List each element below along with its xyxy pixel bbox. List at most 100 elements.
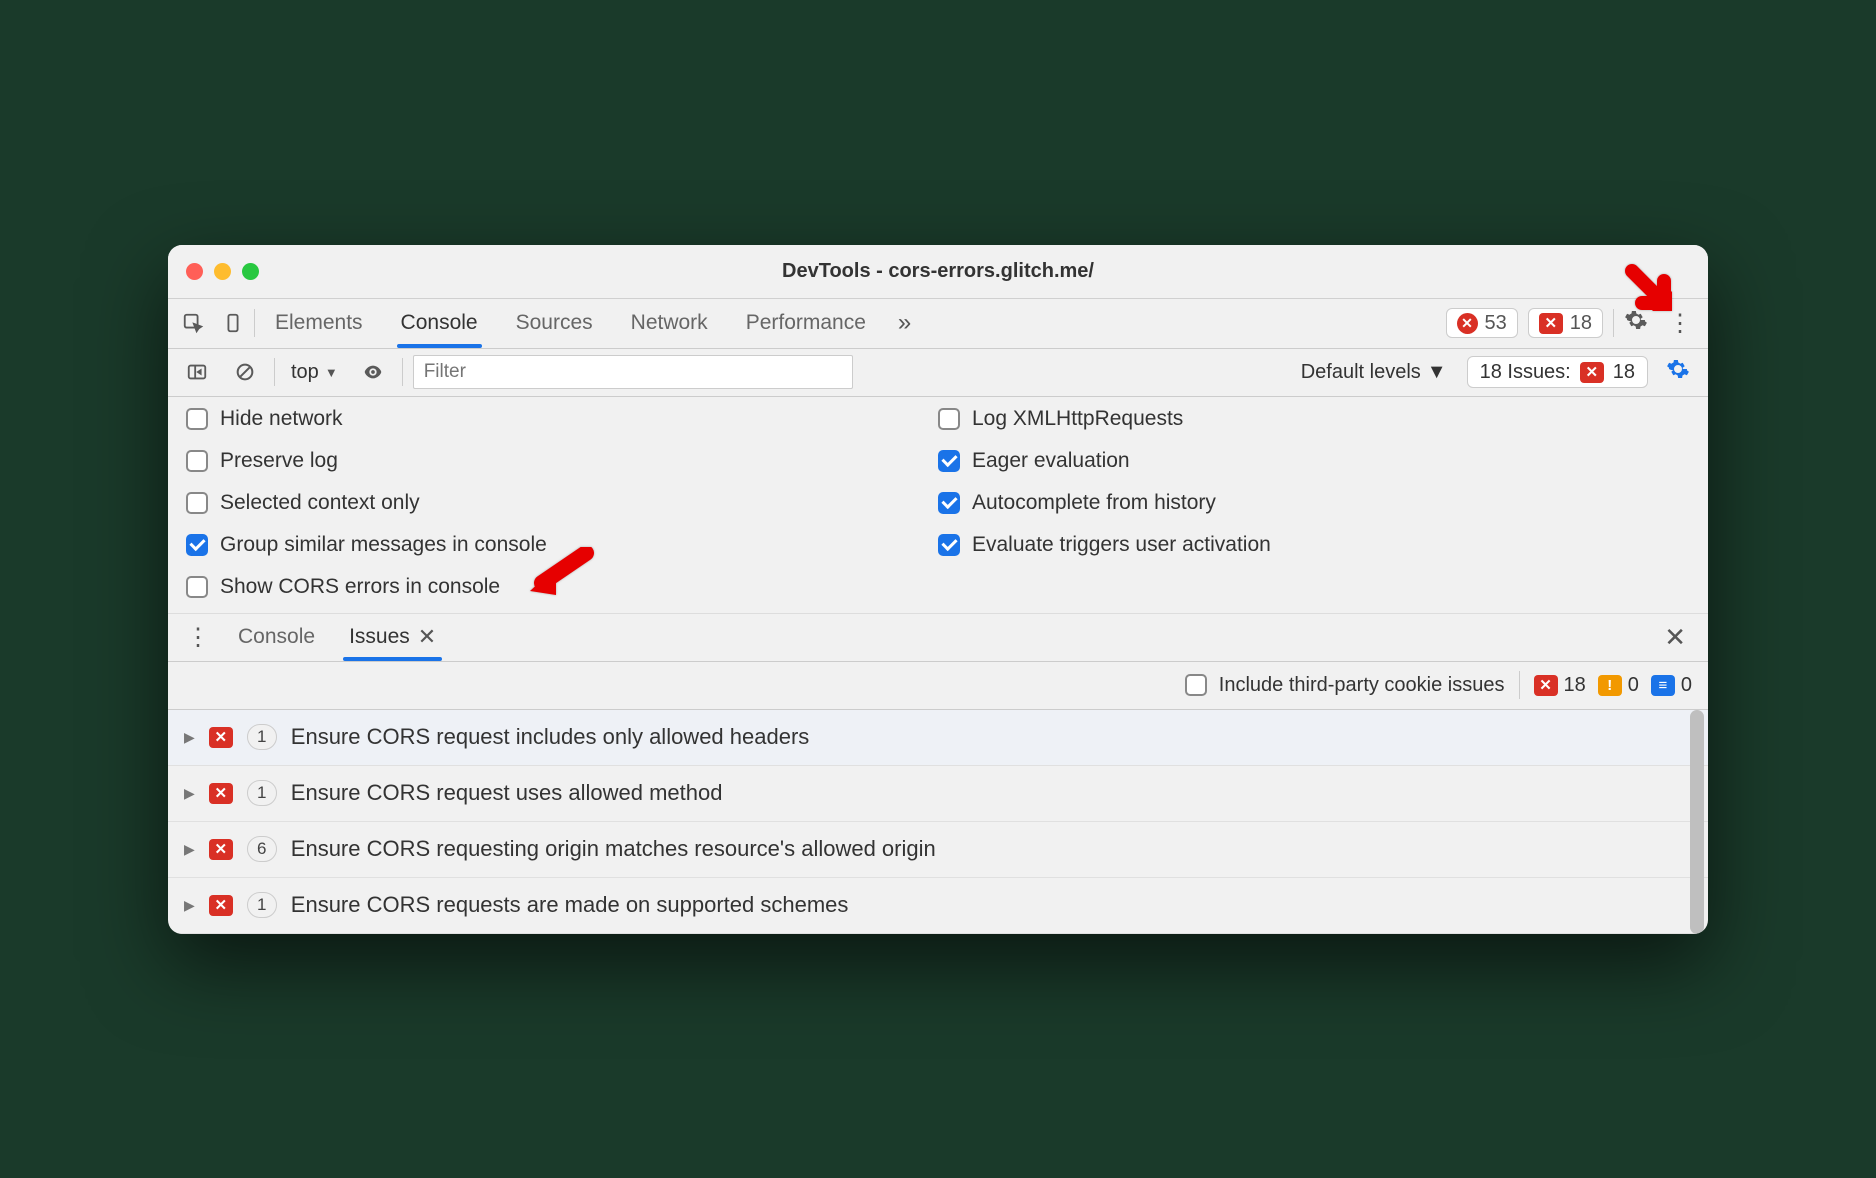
count-errors[interactable]: ✕18 — [1534, 674, 1586, 697]
settings-gear-icon[interactable] — [1616, 308, 1656, 339]
info-icon: ≡ — [1651, 675, 1675, 696]
divider — [402, 358, 403, 386]
context-selector[interactable]: top ▼ — [285, 361, 344, 384]
issue-count-pill: 1 — [247, 780, 277, 806]
setting-autocomplete-history[interactable]: Autocomplete from history — [938, 491, 1690, 515]
checkbox-icon — [186, 534, 208, 556]
issue-title: Ensure CORS request uses allowed method — [291, 780, 723, 806]
issue-count-badge[interactable]: ✕ 18 — [1528, 308, 1603, 338]
issue-count-pill: 6 — [247, 836, 277, 862]
error-count-badge[interactable]: ✕ 53 — [1446, 308, 1518, 338]
error-icon: ✕ — [1457, 313, 1478, 334]
issue-counts: ✕18 !0 ≡0 — [1534, 674, 1693, 697]
count-info[interactable]: ≡0 — [1651, 674, 1692, 697]
expand-icon[interactable]: ▶ — [184, 785, 195, 802]
expand-icon[interactable]: ▶ — [184, 897, 195, 914]
kebab-menu-icon[interactable]: ⋮ — [1658, 309, 1702, 338]
issue-icon: ✕ — [209, 839, 233, 860]
devtools-window: DevTools - cors-errors.glitch.me/ Elemen… — [168, 245, 1708, 934]
close-window-button[interactable] — [186, 263, 203, 280]
checkbox-icon — [186, 492, 208, 514]
issues-label: 18 Issues: — [1480, 361, 1571, 384]
expand-icon[interactable]: ▶ — [184, 841, 195, 858]
issues-toolbar: Include third-party cookie issues ✕18 !0… — [168, 662, 1708, 710]
zoom-window-button[interactable] — [242, 263, 259, 280]
issue-icon: ✕ — [209, 783, 233, 804]
minimize-window-button[interactable] — [214, 263, 231, 280]
issue-icon: ✕ — [1580, 362, 1604, 383]
scrollbar[interactable] — [1690, 710, 1704, 934]
console-settings-gear-icon[interactable] — [1658, 357, 1698, 388]
traffic-lights — [186, 263, 259, 280]
checkbox-icon — [186, 576, 208, 598]
filter-input[interactable] — [413, 355, 853, 389]
clear-console-icon[interactable] — [226, 353, 264, 391]
issue-count: 18 — [1570, 312, 1592, 335]
issues-summary-badge[interactable]: 18 Issues: ✕ 18 — [1467, 356, 1648, 388]
checkbox-icon — [938, 492, 960, 514]
main-tabs: Elements Console Sources Network Perform… — [168, 299, 1708, 349]
setting-log-xhr[interactable]: Log XMLHttpRequests — [938, 407, 1690, 431]
close-drawer-icon[interactable]: ✕ — [1650, 622, 1700, 653]
tab-elements[interactable]: Elements — [257, 298, 381, 348]
live-expression-icon[interactable] — [354, 353, 392, 391]
tab-network[interactable]: Network — [613, 298, 726, 348]
chevron-down-icon: ▼ — [325, 365, 338, 380]
checkbox-icon — [186, 408, 208, 430]
chevron-down-icon: ▼ — [1427, 361, 1447, 384]
setting-eval-user-activation[interactable]: Evaluate triggers user activation — [938, 533, 1690, 557]
issues-count: 18 — [1613, 361, 1635, 384]
issue-row[interactable]: ▶ ✕ 6 Ensure CORS requesting origin matc… — [168, 822, 1708, 878]
expand-icon[interactable]: ▶ — [184, 729, 195, 746]
tab-console[interactable]: Console — [383, 298, 496, 348]
more-tabs-button[interactable]: » — [886, 309, 923, 337]
issue-row[interactable]: ▶ ✕ 1 Ensure CORS request includes only … — [168, 710, 1708, 766]
checkbox-icon — [938, 408, 960, 430]
warning-icon: ! — [1598, 675, 1622, 696]
issue-row[interactable]: ▶ ✕ 1 Ensure CORS requests are made on s… — [168, 878, 1708, 934]
context-label: top — [291, 361, 319, 384]
issue-title: Ensure CORS requesting origin matches re… — [291, 836, 936, 862]
setting-group-similar[interactable]: Group similar messages in console — [186, 533, 938, 557]
setting-show-cors-errors[interactable]: Show CORS errors in console — [186, 575, 938, 599]
log-level-selector[interactable]: Default levels ▼ — [1291, 361, 1457, 384]
device-toolbar-icon[interactable] — [214, 304, 252, 342]
titlebar: DevTools - cors-errors.glitch.me/ — [168, 245, 1708, 299]
issue-icon: ✕ — [1534, 675, 1558, 696]
issue-count-pill: 1 — [247, 724, 277, 750]
divider — [274, 358, 275, 386]
sidebar-toggle-icon[interactable] — [178, 353, 216, 391]
drawer-tab-console[interactable]: Console — [222, 613, 331, 661]
drawer-tabs: ⋮ Console Issues ✕ ✕ — [168, 614, 1708, 662]
include-third-party-toggle[interactable]: Include third-party cookie issues — [1185, 674, 1505, 697]
levels-label: Default levels — [1301, 361, 1421, 384]
issues-list: ▶ ✕ 1 Ensure CORS request includes only … — [168, 710, 1708, 934]
issue-icon: ✕ — [1539, 313, 1563, 334]
issue-title: Ensure CORS requests are made on support… — [291, 892, 849, 918]
count-warnings[interactable]: !0 — [1598, 674, 1639, 697]
setting-selected-context[interactable]: Selected context only — [186, 491, 938, 515]
checkbox-icon — [938, 450, 960, 472]
checkbox-icon — [186, 450, 208, 472]
setting-hide-network[interactable]: Hide network — [186, 407, 938, 431]
tab-performance[interactable]: Performance — [728, 298, 884, 348]
issue-icon: ✕ — [209, 895, 233, 916]
divider — [1613, 309, 1614, 337]
setting-preserve-log[interactable]: Preserve log — [186, 449, 938, 473]
divider — [1519, 671, 1520, 699]
console-toolbar: top ▼ Default levels ▼ 18 Issues: ✕ 18 — [168, 349, 1708, 397]
inspect-element-icon[interactable] — [174, 304, 212, 342]
checkbox-icon — [1185, 674, 1207, 696]
console-settings-panel: Hide network Log XMLHttpRequests Preserv… — [168, 397, 1708, 614]
issue-icon: ✕ — [209, 727, 233, 748]
close-tab-icon[interactable]: ✕ — [418, 624, 436, 650]
issue-title: Ensure CORS request includes only allowe… — [291, 724, 810, 750]
window-title: DevTools - cors-errors.glitch.me/ — [168, 260, 1708, 283]
setting-eager-eval[interactable]: Eager evaluation — [938, 449, 1690, 473]
tab-sources[interactable]: Sources — [498, 298, 611, 348]
divider — [254, 309, 255, 337]
drawer-tab-issues[interactable]: Issues ✕ — [333, 613, 452, 661]
issue-row[interactable]: ▶ ✕ 1 Ensure CORS request uses allowed m… — [168, 766, 1708, 822]
checkbox-icon — [938, 534, 960, 556]
drawer-menu-icon[interactable]: ⋮ — [176, 623, 220, 652]
